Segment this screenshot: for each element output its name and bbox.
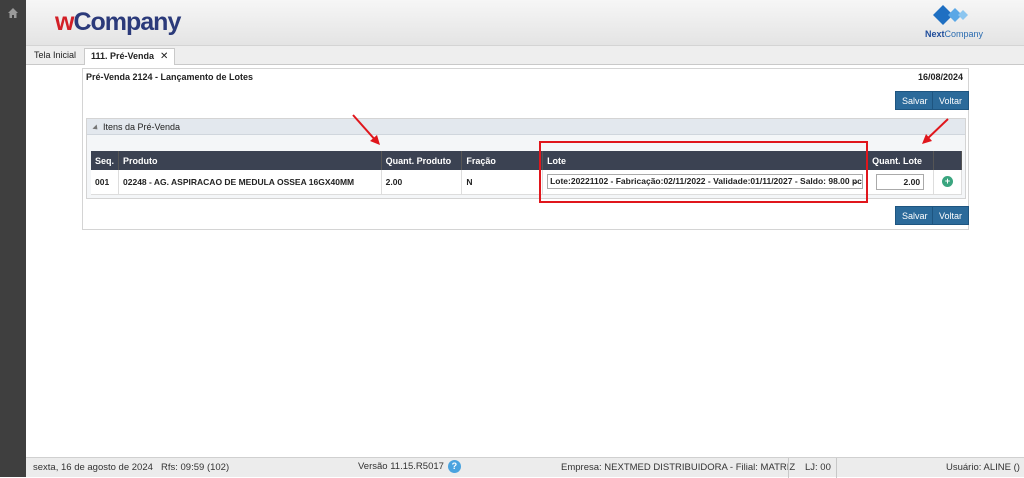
home-icon[interactable] bbox=[7, 7, 19, 19]
partner-logo: NextCompany bbox=[914, 4, 984, 42]
brand-logo: wCompany bbox=[55, 8, 181, 36]
help-icon[interactable]: ? bbox=[447, 460, 461, 473]
cell-quant-lote: 2.00 bbox=[867, 170, 935, 195]
col-quant-produto: Quant. Produto bbox=[381, 151, 463, 170]
collapse-icon[interactable] bbox=[92, 124, 100, 132]
diamond-logo-icon bbox=[933, 5, 968, 25]
col-actions bbox=[933, 151, 962, 170]
col-produto: Produto bbox=[118, 151, 382, 170]
page-date: 16/08/2024 bbox=[917, 72, 963, 82]
annotation-arrow-left bbox=[352, 114, 380, 145]
cell-actions: + bbox=[933, 170, 962, 195]
close-icon[interactable]: ✕ bbox=[160, 51, 168, 62]
col-seq: Seq. bbox=[91, 151, 120, 170]
lot-quantity-input[interactable]: 2.00 bbox=[876, 173, 925, 190]
back-button-bottom[interactable]: Voltar bbox=[932, 206, 970, 225]
tab-prevenda-label: 111. Pré-Venda bbox=[91, 51, 155, 61]
col-fracao: Fração bbox=[461, 151, 544, 170]
tab-prevenda[interactable]: 111. Pré-Venda ✕ bbox=[84, 48, 176, 65]
highlight-box bbox=[539, 141, 868, 203]
status-version-label: Versão 11.15.R5017 bbox=[358, 461, 444, 473]
col-quant-lote: Quant. Lote bbox=[867, 151, 935, 170]
status-lj: LJ: 00 bbox=[805, 462, 831, 473]
status-date: sexta, 16 de agosto de 2024 bbox=[33, 462, 153, 473]
status-version: Versão 11.15.R5017? bbox=[358, 460, 461, 473]
status-separator bbox=[788, 458, 789, 478]
status-empresa: Empresa: NEXTMED DISTRIBUIDORA - Filial:… bbox=[561, 462, 796, 473]
section-title: Itens da Pré-Venda bbox=[103, 122, 181, 132]
back-button-top[interactable]: Voltar bbox=[932, 91, 970, 110]
partner-name: NextCompany bbox=[924, 29, 984, 39]
status-user: Usuário: ALINE () bbox=[946, 462, 1020, 473]
tab-bar: Tela Inicial 111. Pré-Venda ✕ bbox=[26, 46, 1024, 65]
save-button-top[interactable]: Salvar bbox=[895, 91, 935, 110]
page-title: Pré-Venda 2124 - Lançamento de Lotes bbox=[86, 72, 254, 82]
tab-home[interactable]: Tela Inicial bbox=[28, 48, 82, 65]
annotation-arrow-right bbox=[922, 118, 949, 144]
status-rfs: Rfs: 09:59 (102) bbox=[161, 462, 230, 473]
cell-fracao: N bbox=[461, 170, 544, 195]
cell-quant-produto: 2.00 bbox=[381, 170, 463, 195]
tab-home-label: Tela Inicial bbox=[34, 50, 77, 60]
status-bar: sexta, 16 de agosto de 2024 Rfs: 09:59 (… bbox=[26, 457, 1024, 478]
add-icon[interactable]: + bbox=[942, 176, 953, 188]
status-separator bbox=[836, 458, 837, 478]
cell-seq: 001 bbox=[91, 170, 120, 195]
left-rail bbox=[0, 0, 26, 477]
app-header: wCompany NextCompany bbox=[26, 0, 1024, 46]
save-button-bottom[interactable]: Salvar bbox=[895, 206, 935, 225]
cell-produto: 02248 - AG. ASPIRACAO DE MEDULA OSSEA 16… bbox=[118, 170, 382, 195]
section-header[interactable]: Itens da Pré-Venda bbox=[87, 119, 965, 135]
